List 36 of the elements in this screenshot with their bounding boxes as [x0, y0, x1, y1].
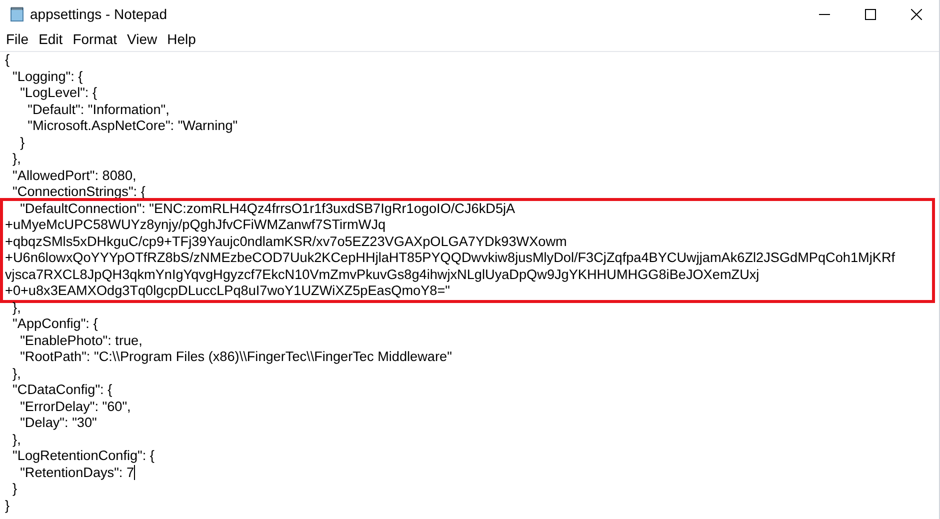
text-line: {	[5, 52, 10, 68]
text-line: vjsca7RXCL8JpQH3qkmYnIgYqvgHgyzcf7EkcN10VmZmvPkuvGs8g4ihwjxNLglUyaDpQw9JgYKHHUMHGG8iBeJOXemZUxj	[5, 266, 760, 283]
text-line: "DefaultConnection": "ENC:zomRLH4Qz4frrsO1r1f3uxdSB7IgRr1ogoIO/CJ6kD5jA	[19, 200, 516, 217]
text-line: },	[12, 151, 21, 168]
window-title: appsettings - Notepad	[30, 4, 167, 24]
menu-item[interactable]: Help	[162, 29, 201, 50]
text-line: }	[19, 134, 25, 151]
text-line: "Microsoft.AspNetCore": "Warning"	[26, 118, 238, 134]
text-line: +U6n6lowxQoYYYpOTfRZ8bS/zNMEzbeCOD7Uuk2KCepHHjlaHT85PYQQDwvkiw8jusMlyDol/F3CjZqfpa4BYCUwjjamAk6Zl2JSGdMPqCoh1MjKRf	[5, 250, 896, 266]
text-line: +uMyeMcUPC58WUYz8ynjy/pQghJfvCFiWMZanwf7STirmWJq	[5, 217, 386, 234]
text-line: +qbqzSMls5xDHkguC/cp9+TFj39Yaujc0ndlamKSR/xv7o5EZ23VGAXpOLGA7YDk93WXowm	[5, 234, 567, 250]
notepad-icon	[9, 6, 25, 22]
menu-item[interactable]: View	[122, 29, 162, 50]
text-line: }	[12, 481, 18, 498]
menu-item[interactable]: Edit	[34, 29, 68, 50]
text-line: "ErrorDelay": "60",	[19, 398, 131, 415]
text-line: "LogRetentionConfig": {	[12, 448, 154, 464]
text-line: "Logging": {	[12, 68, 83, 85]
menu-item[interactable]: Format	[68, 29, 122, 50]
text-line: },	[12, 366, 21, 382]
text-line: }	[5, 498, 10, 514]
text-line: "Delay": "30"	[19, 415, 97, 432]
text-line: "Default": "Information",	[26, 102, 170, 118]
maximize-icon	[864, 8, 876, 20]
text-line: "CDataConfig": {	[12, 382, 112, 398]
text-line: },	[12, 432, 21, 448]
menu-item[interactable]: File	[1, 29, 34, 50]
close-icon	[910, 8, 922, 20]
text-line: +0+u8x3EAMXOdg3Tq0lgcpDLuccLPq8uI7woY1UZWiXZ5pEasQmoY8="	[5, 283, 450, 300]
text-line: "AppConfig": {	[12, 316, 98, 332]
text-line: "RootPath": "C:\\Program Files (x86)\\FingerTec\\FingerTec Middleware"	[19, 349, 452, 366]
text-line: "LogLevel": {	[19, 85, 98, 102]
text-line: "EnablePhoto": true,	[19, 332, 142, 349]
text-line: "RetentionDays": 7	[19, 464, 134, 481]
text-line: },	[12, 300, 21, 316]
text-line: "AllowedPort": 8080,	[12, 168, 136, 184]
